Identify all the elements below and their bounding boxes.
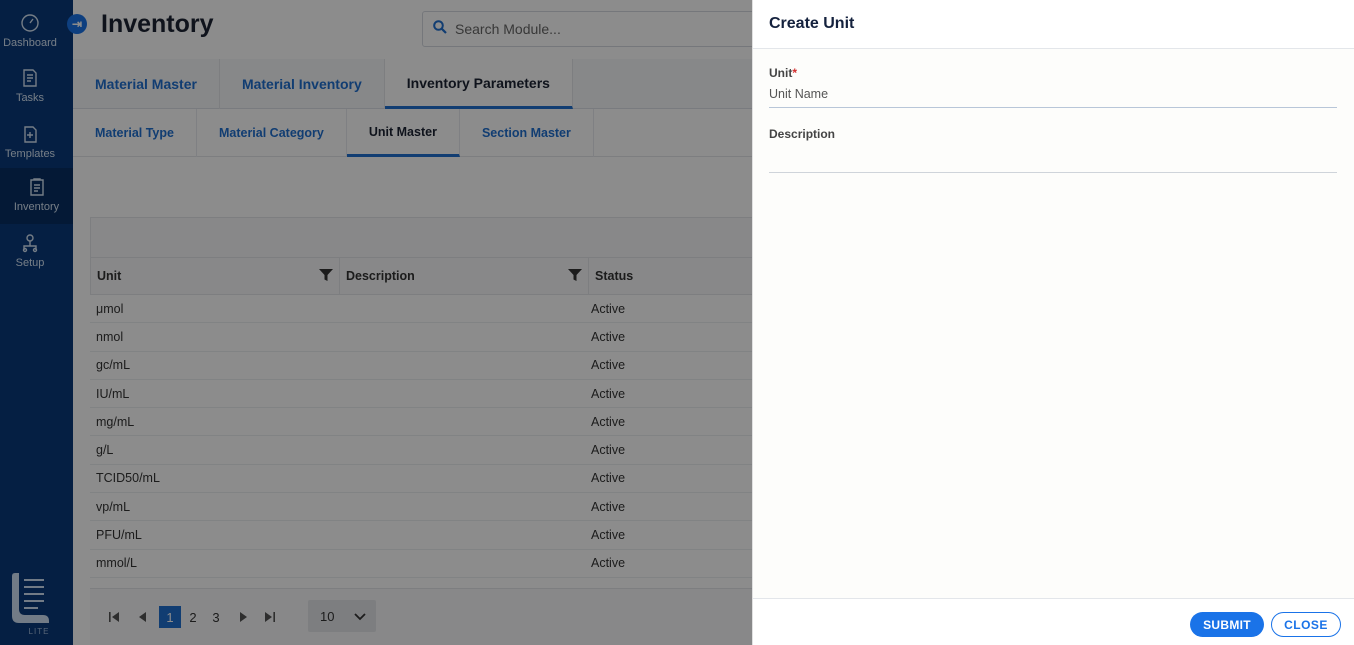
sidebar-item-dashboard[interactable]: Dashboard bbox=[0, 4, 60, 60]
cell-unit: gc/mL bbox=[96, 358, 131, 373]
tab-section-master[interactable]: Section Master bbox=[460, 109, 594, 157]
required-mark: * bbox=[792, 66, 797, 80]
drawer-footer: SUBMIT CLOSE bbox=[753, 598, 1354, 645]
last-page-icon[interactable] bbox=[260, 607, 280, 627]
description-input[interactable] bbox=[769, 141, 1337, 173]
column-header-description[interactable]: Description bbox=[340, 258, 589, 294]
tab-material-category[interactable]: Material Category bbox=[197, 109, 347, 157]
sidebar-item-label: Setup bbox=[15, 257, 45, 269]
cell-unit: IU/mL bbox=[96, 386, 130, 401]
column-label: Status bbox=[595, 269, 634, 283]
cell-unit: mg/mL bbox=[96, 414, 135, 429]
submit-button[interactable]: SUBMIT bbox=[1190, 612, 1264, 637]
drawer-title: Create Unit bbox=[769, 15, 855, 32]
unit-field-label: Unit* bbox=[769, 66, 1337, 80]
chevron-down-icon bbox=[354, 609, 366, 624]
cell-unit: vp/mL bbox=[96, 499, 131, 514]
page-title: Inventory bbox=[101, 10, 214, 38]
search-icon bbox=[433, 19, 447, 39]
next-page-icon[interactable] bbox=[233, 607, 253, 627]
search-input[interactable] bbox=[455, 21, 755, 37]
drawer-header: Create Unit bbox=[753, 0, 1354, 49]
gauge-icon bbox=[19, 12, 41, 34]
sidebar-item-label: Dashboard bbox=[3, 37, 57, 49]
sidebar-item-tasks[interactable]: Tasks bbox=[0, 59, 60, 115]
close-button[interactable]: CLOSE bbox=[1271, 612, 1341, 637]
inventory-icon bbox=[26, 176, 48, 198]
column-label: Description bbox=[346, 269, 415, 283]
page-size-select[interactable]: 10 bbox=[308, 600, 376, 632]
description-field: Description bbox=[769, 127, 1337, 173]
prev-page-icon[interactable] bbox=[133, 607, 153, 627]
filter-icon[interactable] bbox=[568, 268, 582, 285]
tab-material-type[interactable]: Material Type bbox=[73, 109, 197, 157]
logo-caption: LITE bbox=[28, 627, 50, 636]
unit-field: Unit* bbox=[769, 66, 1337, 108]
column-header-unit[interactable]: Unit bbox=[91, 258, 340, 294]
setup-icon bbox=[19, 232, 41, 254]
collapse-sidebar-button[interactable]: ⇥ bbox=[67, 14, 87, 34]
page-button[interactable]: 2 bbox=[183, 607, 203, 627]
unit-name-input[interactable] bbox=[769, 80, 1337, 108]
column-label: Unit bbox=[97, 269, 122, 283]
tasks-icon bbox=[19, 67, 41, 89]
sidebar-item-inventory[interactable]: Inventory bbox=[0, 168, 73, 224]
page-button[interactable]: 1 bbox=[159, 606, 181, 628]
sidebar: Dashboard Tasks Templates Inventory Setu… bbox=[0, 0, 73, 645]
tab-unit-master[interactable]: Unit Master bbox=[346, 109, 460, 157]
first-page-icon[interactable] bbox=[104, 607, 124, 627]
cell-unit: TCID50/mL bbox=[96, 471, 160, 486]
sidebar-item-templates[interactable]: Templates bbox=[0, 115, 60, 171]
cell-unit: mmol/L bbox=[96, 556, 137, 571]
templates-icon bbox=[19, 123, 41, 145]
sidebar-item-label: Tasks bbox=[15, 92, 45, 104]
filter-icon[interactable] bbox=[319, 268, 333, 285]
create-unit-drawer: Create Unit Unit* Description SUBMIT CLO… bbox=[752, 0, 1354, 645]
module-search[interactable] bbox=[422, 11, 782, 47]
page-size-value: 10 bbox=[320, 608, 335, 624]
tab-material-master[interactable]: Material Master bbox=[73, 59, 220, 109]
pin-icon: ⇥ bbox=[71, 17, 83, 31]
cell-unit: g/L bbox=[96, 443, 114, 458]
description-field-label: Description bbox=[769, 127, 836, 141]
tab-inventory-parameters[interactable]: Inventory Parameters bbox=[384, 59, 573, 109]
tab-material-inventory[interactable]: Material Inventory bbox=[220, 59, 385, 109]
sidebar-item-setup[interactable]: Setup bbox=[0, 224, 60, 280]
app-logo: LITE bbox=[8, 572, 54, 636]
cell-unit: PFU/mL bbox=[96, 528, 142, 543]
sidebar-item-label: Templates bbox=[4, 148, 56, 160]
cell-unit: nmol bbox=[96, 329, 124, 344]
sidebar-item-label: Inventory bbox=[13, 201, 60, 213]
page-button[interactable]: 3 bbox=[206, 607, 226, 627]
unit-label-text: Unit bbox=[769, 66, 793, 80]
cell-unit: μmol bbox=[96, 301, 124, 316]
